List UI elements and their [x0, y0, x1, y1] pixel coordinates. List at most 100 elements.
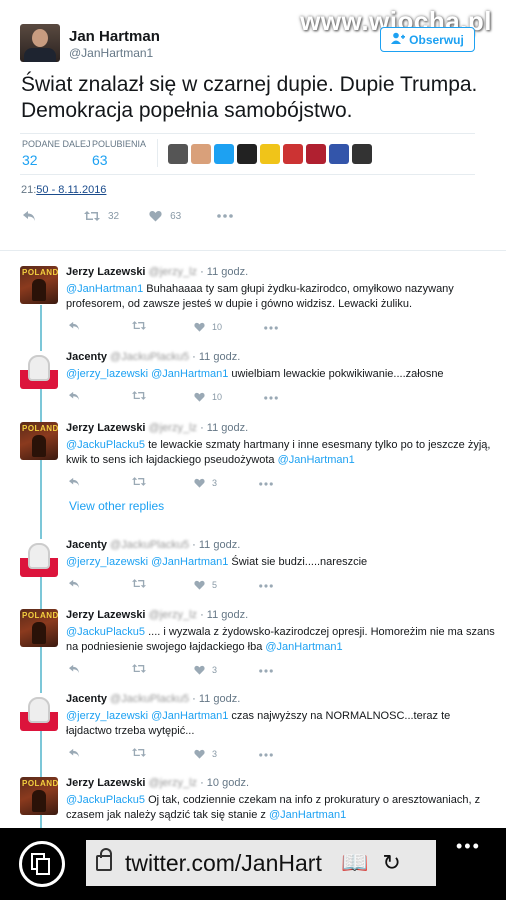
reply-button[interactable]	[68, 748, 80, 760]
liker-avatar[interactable]	[191, 144, 211, 164]
reply-mentions[interactable]: @JackuPlacku5	[66, 439, 145, 451]
reply-time[interactable]: 10 godz.	[207, 777, 249, 789]
liker-avatar[interactable]	[168, 144, 188, 164]
like-button[interactable]: 10	[194, 322, 222, 332]
reply-tail-mention[interactable]: @JanHartman1	[265, 641, 342, 653]
like-count: 3	[212, 664, 218, 675]
retweet-button[interactable]	[132, 747, 146, 760]
reply-button[interactable]	[68, 477, 80, 489]
like-button[interactable]: 63	[149, 210, 181, 222]
avatar[interactable]	[20, 693, 58, 731]
avatar[interactable]	[20, 351, 58, 389]
reply-author-name[interactable]: Jacenty	[66, 351, 107, 363]
more-button[interactable]	[259, 749, 273, 759]
liker-avatar[interactable]	[214, 144, 234, 164]
liker-avatar[interactable]	[283, 144, 303, 164]
more-button[interactable]	[217, 214, 234, 218]
reply-time[interactable]: 11 godz.	[199, 351, 240, 363]
reply-time[interactable]: 11 godz.	[207, 609, 248, 621]
retweet-button[interactable]	[132, 663, 146, 676]
likes-stat[interactable]: POLUBIENIA 63	[92, 139, 146, 168]
reply-actions: 10	[68, 390, 278, 403]
more-button[interactable]	[264, 322, 278, 332]
reply-author-handle[interactable]: @jerzy_lz	[149, 777, 197, 789]
tweet-timestamp: 21:50 - 8.11.2016	[21, 184, 106, 196]
more-button[interactable]	[264, 392, 278, 402]
reply-author-handle[interactable]: @jerzy_lz	[149, 266, 197, 278]
reply-author-handle[interactable]: @JackuPlacku5	[110, 693, 189, 705]
reply-author-name[interactable]: Jerzy Lazewski	[66, 266, 146, 278]
reply-mentions[interactable]: @JanHartman1	[66, 283, 143, 295]
reply-time[interactable]: 11 godz.	[199, 693, 240, 705]
reply-author-handle[interactable]: @jerzy_lz	[149, 609, 197, 621]
url-text[interactable]: twitter.com/JanHart	[125, 850, 335, 877]
reply-author-handle[interactable]: @jerzy_lz	[149, 422, 197, 434]
avatar[interactable]: POLAND	[20, 422, 58, 460]
reply-text: @JanHartman1 Buhahaaaa ty sam głupi żydk…	[66, 282, 496, 312]
reply-button[interactable]	[68, 391, 80, 403]
like-button[interactable]: 3	[194, 749, 217, 759]
reply-text: @JackuPlacku5 Oj tak, codziennie czekam …	[66, 793, 496, 823]
reply-author-name[interactable]: Jacenty	[66, 539, 107, 551]
reply-author-handle[interactable]: @JackuPlacku5	[110, 351, 189, 363]
reply-mentions[interactable]: @jerzy_lazewski @JanHartman1	[66, 368, 228, 380]
more-button[interactable]	[259, 478, 273, 488]
reply-mentions[interactable]: @JackuPlacku5	[66, 626, 145, 638]
reply-author-name[interactable]: Jerzy Lazewski	[66, 777, 146, 789]
reply-author-name[interactable]: Jerzy Lazewski	[66, 422, 146, 434]
avatar[interactable]	[20, 539, 58, 577]
retweet-button[interactable]	[132, 390, 146, 403]
like-button[interactable]: 5	[194, 580, 217, 590]
reply-mentions[interactable]: @JackuPlacku5	[66, 794, 145, 806]
reply-author-handle[interactable]: @JackuPlacku5	[110, 539, 189, 551]
divider	[20, 133, 475, 134]
more-menu-button[interactable]: •••	[456, 836, 481, 857]
reply-header: Jerzy Lazewski @jerzy_lz · 11 godz.	[66, 266, 249, 278]
like-button[interactable]: 3	[194, 478, 217, 488]
reply-time[interactable]: 11 godz.	[199, 539, 240, 551]
timestamp-link[interactable]: 50 - 8.11.2016	[36, 184, 106, 196]
reply-button[interactable]	[68, 664, 80, 676]
liker-avatar[interactable]	[329, 144, 349, 164]
author-handle[interactable]: @JanHartman1	[69, 46, 153, 60]
reply-time[interactable]: 11 godz.	[207, 266, 248, 278]
avatar[interactable]: POLAND	[20, 777, 58, 815]
liker-avatar[interactable]	[260, 144, 280, 164]
follow-button[interactable]: Obserwuj	[380, 27, 475, 52]
avatar[interactable]: POLAND	[20, 266, 58, 304]
tabs-button[interactable]	[19, 841, 65, 887]
liker-avatar[interactable]	[352, 144, 372, 164]
reply-mentions[interactable]: @jerzy_lazewski @JanHartman1	[66, 556, 228, 568]
reload-icon[interactable]: ↻	[382, 850, 400, 876]
reading-view-icon[interactable]: 📖	[341, 850, 368, 876]
liker-avatar[interactable]	[237, 144, 257, 164]
avatar[interactable]: POLAND	[20, 609, 58, 647]
like-count: 5	[212, 579, 218, 590]
retweet-button[interactable]: 32	[84, 210, 119, 222]
more-icon	[259, 583, 273, 588]
more-button[interactable]	[259, 580, 273, 590]
reply-mentions[interactable]: @jerzy_lazewski @JanHartman1	[66, 710, 228, 722]
reply-button[interactable]	[22, 210, 36, 222]
author-name[interactable]: Jan Hartman	[69, 28, 160, 45]
reply-tail-mention[interactable]: @JanHartman1	[278, 454, 355, 466]
reply-actions: 3	[68, 476, 273, 489]
like-button[interactable]: 3	[194, 665, 217, 675]
reply-time[interactable]: 11 godz.	[207, 422, 248, 434]
view-other-replies-link[interactable]: View other replies	[69, 499, 164, 513]
reply-tail-mention[interactable]: @JanHartman1	[269, 809, 346, 821]
retweet-button[interactable]	[132, 476, 146, 489]
more-button[interactable]	[259, 665, 273, 675]
reply-author-name[interactable]: Jerzy Lazewski	[66, 609, 146, 621]
reply-body: uwielbiam lewackie pokwikiwanie....załos…	[228, 368, 444, 380]
like-button[interactable]: 10	[194, 392, 222, 402]
retweets-stat[interactable]: PODANE DALEJ 32	[22, 139, 91, 168]
reply-author-name[interactable]: Jacenty	[66, 693, 107, 705]
retweet-button[interactable]	[132, 320, 146, 333]
reply-button[interactable]	[68, 579, 80, 591]
reply-button[interactable]	[68, 321, 80, 333]
address-bar[interactable]: twitter.com/JanHart 📖 ↻	[86, 840, 436, 886]
avatar[interactable]	[20, 24, 60, 62]
liker-avatar[interactable]	[306, 144, 326, 164]
retweet-button[interactable]	[132, 578, 146, 591]
